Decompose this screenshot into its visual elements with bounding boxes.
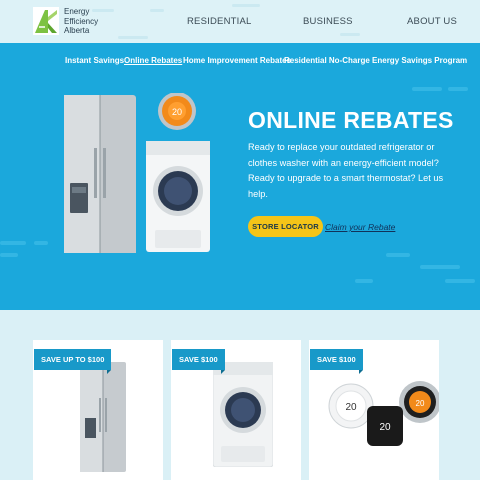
decorative-dash (232, 4, 260, 7)
decorative-dash (355, 279, 373, 283)
brand-name-line: Efficiency (64, 16, 99, 26)
hero-appliances-image: 20 (64, 93, 210, 253)
sub-navigation: Instant Savings Online Rebates Home Impr… (0, 56, 480, 70)
site-header: Energy Efficiency Alberta RESIDENTIAL BU… (0, 0, 480, 43)
decorative-dash (412, 87, 442, 91)
store-locator-button[interactable]: STORE LOCATOR (248, 216, 323, 237)
thermostat-reading: 20 (345, 402, 357, 413)
decorative-dash (0, 253, 18, 257)
savings-badge: SAVE $100 (310, 349, 363, 374)
decorative-dash (118, 36, 148, 39)
savings-badge: SAVE UP TO $100 (34, 349, 112, 374)
washer-icon (213, 362, 273, 467)
subnav-online-rebates[interactable]: Online Rebates (124, 56, 182, 65)
subnav-instant-savings[interactable]: Instant Savings (65, 56, 124, 65)
brand-name-line: Energy (64, 7, 90, 16)
nav-residential[interactable]: RESIDENTIAL (187, 16, 252, 27)
decorative-dash (340, 33, 360, 36)
thermostat-reading: 20 (379, 422, 391, 433)
brand-name-line: Alberta (64, 26, 90, 35)
nav-about-us[interactable]: ABOUT US (407, 16, 457, 27)
refrigerator-icon (80, 362, 126, 472)
hero-title: ONLINE REBATES (248, 107, 454, 133)
decorative-dash (150, 9, 164, 12)
decorative-dash (448, 87, 468, 91)
decorative-dash (420, 265, 460, 269)
subnav-home-improvement-rebates[interactable]: Home Improvement Rebates (183, 56, 291, 65)
decorative-dash (445, 279, 475, 283)
decorative-dash (34, 241, 48, 245)
hero-banner: Instant Savings Online Rebates Home Impr… (0, 43, 480, 310)
thermostat-icon: 20 (158, 93, 196, 130)
thermostats-icon: 20 20 20 (328, 381, 439, 446)
thermostat-reading: 20 (416, 399, 425, 408)
savings-badge: SAVE $100 (172, 349, 225, 374)
brand-logo-icon[interactable] (33, 7, 59, 35)
hero-description: Ready to replace your outdated refrigera… (248, 142, 444, 199)
subnav-no-charge-program[interactable]: Residential No-Charge Energy Savings Pro… (284, 56, 467, 65)
nav-business[interactable]: BUSINESS (303, 16, 353, 27)
decorative-dash (386, 253, 410, 257)
refrigerator-icon (64, 95, 136, 253)
washer-icon (146, 141, 210, 252)
claim-rebate-link[interactable]: Claim your Rebate (325, 222, 395, 232)
thermostat-reading: 20 (172, 107, 182, 117)
decorative-dash (0, 241, 26, 245)
brand-name[interactable]: Energy Efficiency Alberta (64, 7, 124, 36)
